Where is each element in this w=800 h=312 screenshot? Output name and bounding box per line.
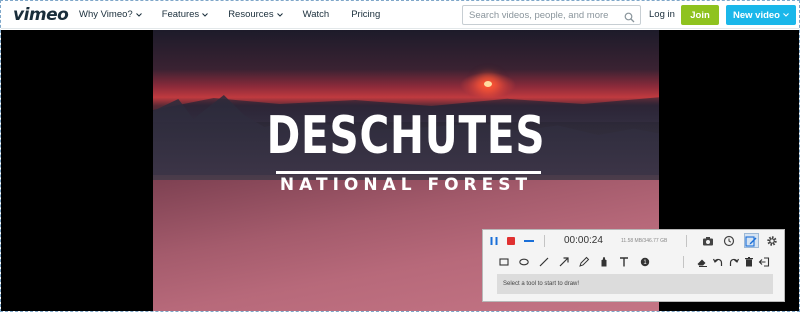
top-nav-bar: vimeo Why Vimeo? Features Resources Watc… [1,1,799,29]
join-button[interactable]: Join [681,5,719,25]
pen-edit-icon[interactable] [745,235,757,247]
undo-icon[interactable] [712,256,724,268]
chevron-down-icon [135,12,142,18]
text-icon[interactable] [618,256,630,268]
video-subtitle: NATIONAL FOREST [279,175,533,195]
nav-features[interactable]: Features [162,1,209,29]
sunset-sun [484,81,492,87]
nav-resources-label: Resources [228,9,274,20]
eraser-icon[interactable] [696,256,708,268]
divider [683,256,684,268]
file-size-readout: 11.58 MB/346.77 GB [621,238,668,244]
divider [686,235,687,247]
recorder-drawing-tools: 1 [483,253,784,272]
gear-icon[interactable] [766,235,778,247]
search-icon[interactable] [624,10,635,23]
nav-watch-label: Watch [302,9,330,20]
divider [544,235,545,247]
redo-icon[interactable] [728,256,740,268]
nav-why-vimeo-label: Why Vimeo? [79,9,133,20]
nav-pricing-label: Pricing [351,9,381,20]
pencil-icon[interactable] [578,256,590,268]
chevron-down-icon [783,10,789,21]
recorder-hint: Select a tool to start to draw! [497,274,773,294]
vimeo-logo[interactable]: vimeo [13,5,71,25]
search-input[interactable] [463,9,613,21]
nav-why-vimeo[interactable]: Why Vimeo? [79,1,142,29]
main-nav: Why Vimeo? Features Resources Watch Pric… [75,1,380,29]
login-link[interactable]: Log in [649,9,675,20]
search-box [462,5,641,25]
stop-icon[interactable] [505,235,517,247]
line-icon[interactable] [538,256,550,268]
nav-pricing[interactable]: Pricing [351,1,380,29]
callout-icon[interactable]: 1 [639,256,651,268]
pause-icon[interactable] [488,235,500,247]
camera-icon[interactable] [702,235,714,247]
rectangle-icon[interactable] [498,256,510,268]
ellipse-icon[interactable] [518,256,530,268]
trash-icon[interactable] [743,256,755,268]
arrow-icon[interactable] [558,256,570,268]
recorder-control-row: 00:00:24 11.58 MB/346.77 GB [483,230,784,251]
new-video-label: New video [733,9,780,21]
video-title: DESCHUTES [266,106,546,166]
new-video-button[interactable]: New video [726,5,796,25]
recording-timer: 00:00:24 [564,235,603,246]
screen-recorder-toolbar: 00:00:24 11.58 MB/346.77 GB 1 Select a t… [482,229,785,302]
nav-features-label: Features [161,9,200,20]
nav-resources[interactable]: Resources [228,1,283,29]
nav-watch[interactable]: Watch [303,1,330,29]
marker-icon[interactable] [598,256,610,268]
clock-icon[interactable] [723,235,735,247]
title-divider [276,171,541,174]
chevron-down-icon [202,12,209,18]
chevron-down-icon [276,12,283,18]
exit-icon[interactable] [758,256,770,268]
minimize-icon[interactable] [523,235,535,247]
